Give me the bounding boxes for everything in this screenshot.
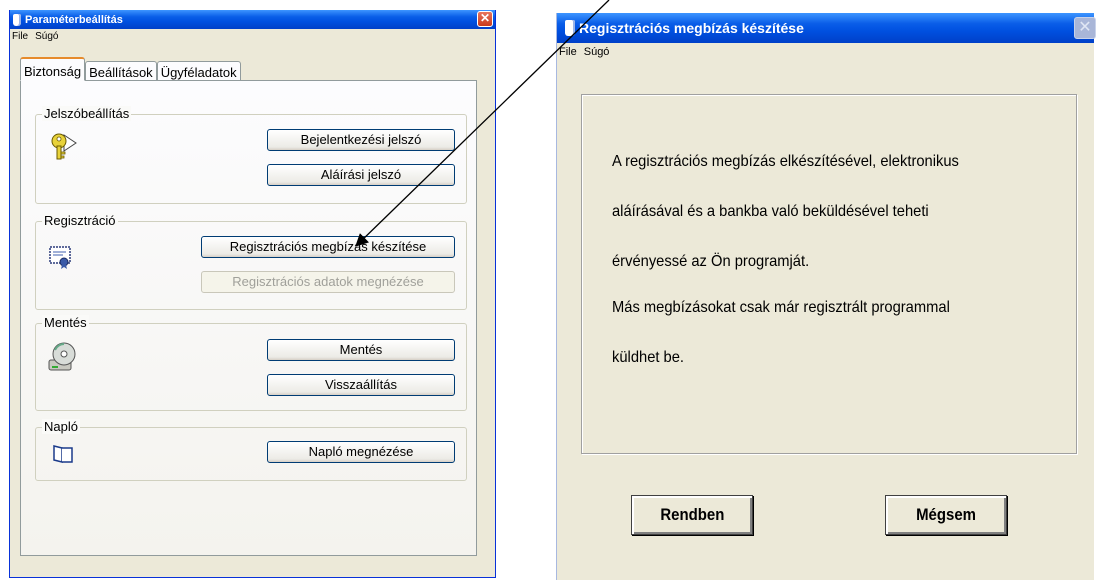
password-group: Jelszóbeállítás Bejelentkezési jelszó Al… (35, 106, 467, 204)
tab-settings[interactable]: Beállítások (85, 61, 157, 81)
login-password-button[interactable]: Bejelentkezési jelszó (267, 129, 455, 151)
close-icon-2[interactable]: ✕ (1074, 17, 1096, 39)
message-line-5: küldhet be. (612, 349, 685, 366)
ok-button[interactable]: Rendben (631, 495, 753, 535)
security-tab-panel: Jelszóbeállítás Bejelentkezési jelszó Al… (20, 80, 477, 556)
registration-order-window: Regisztrációs megbízás készítése ✕ File … (556, 13, 1096, 580)
key-icon (51, 133, 77, 160)
message-line-3: érvényessé az Ön programját. (612, 253, 810, 270)
window-title: Paraméterbeállítás (25, 13, 123, 26)
message-line-4: Más megbízásokat csak már regisztrált pr… (612, 299, 950, 316)
message-line-1: A regisztrációs megbízás elkészítésével,… (612, 153, 959, 170)
log-group: Napló Napló megnézése (35, 419, 467, 481)
book-icon (53, 445, 73, 463)
cancel-button[interactable]: Mégsem (885, 495, 1007, 535)
title-bar-2: Regisztrációs megbízás készítése ✕ (557, 13, 1096, 43)
tab-strip: Biztonság Beállítások Ügyféladatok (20, 57, 241, 81)
tab-security[interactable]: Biztonság (20, 57, 86, 81)
menu-bar: File Súgó (10, 29, 495, 43)
certificate-icon (49, 246, 71, 269)
menu-help[interactable]: Súgó (35, 31, 58, 42)
restore-button[interactable]: Visszaállítás (267, 374, 455, 396)
backup-group: Mentés Mentés Visszaállítás (35, 315, 467, 411)
log-group-legend: Napló (42, 419, 80, 434)
title-bar: Paraméterbeállítás ✕ (10, 10, 495, 29)
ok-button-label: Rendben (659, 505, 724, 524)
message-frame: A regisztrációs megbízás elkészítésével,… (581, 94, 1077, 454)
backup-button[interactable]: Mentés (267, 339, 455, 361)
backup-cd-icon (48, 342, 76, 371)
menu-file-2[interactable]: File (559, 46, 577, 58)
window-title-2: Regisztrációs megbízás készítése (579, 20, 804, 36)
registration-group: Regisztráció Regisztrációs megbízás kész… (35, 213, 467, 310)
tab-client-data[interactable]: Ügyféladatok (156, 61, 241, 81)
close-icon[interactable]: ✕ (477, 11, 493, 27)
backup-group-legend: Mentés (42, 315, 89, 330)
message-line-2: aláírásával és a bankba való beküldéséve… (612, 203, 929, 220)
app-icon (13, 13, 21, 26)
menu-file[interactable]: File (12, 31, 28, 42)
registration-group-legend: Regisztráció (42, 213, 118, 228)
signing-password-button[interactable]: Aláírási jelszó (267, 164, 455, 186)
menu-bar-2: File Súgó (557, 43, 1094, 60)
app-icon-2 (565, 20, 575, 36)
create-registration-order-button[interactable]: Regisztrációs megbízás készítése (201, 236, 455, 258)
view-log-button[interactable]: Napló megnézése (267, 441, 455, 463)
password-group-legend: Jelszóbeállítás (42, 106, 132, 121)
menu-help-2[interactable]: Súgó (584, 46, 610, 58)
cancel-button-label: Mégsem (916, 505, 976, 524)
view-registration-data-button[interactable]: Regisztrációs adatok megnézése (201, 271, 455, 293)
